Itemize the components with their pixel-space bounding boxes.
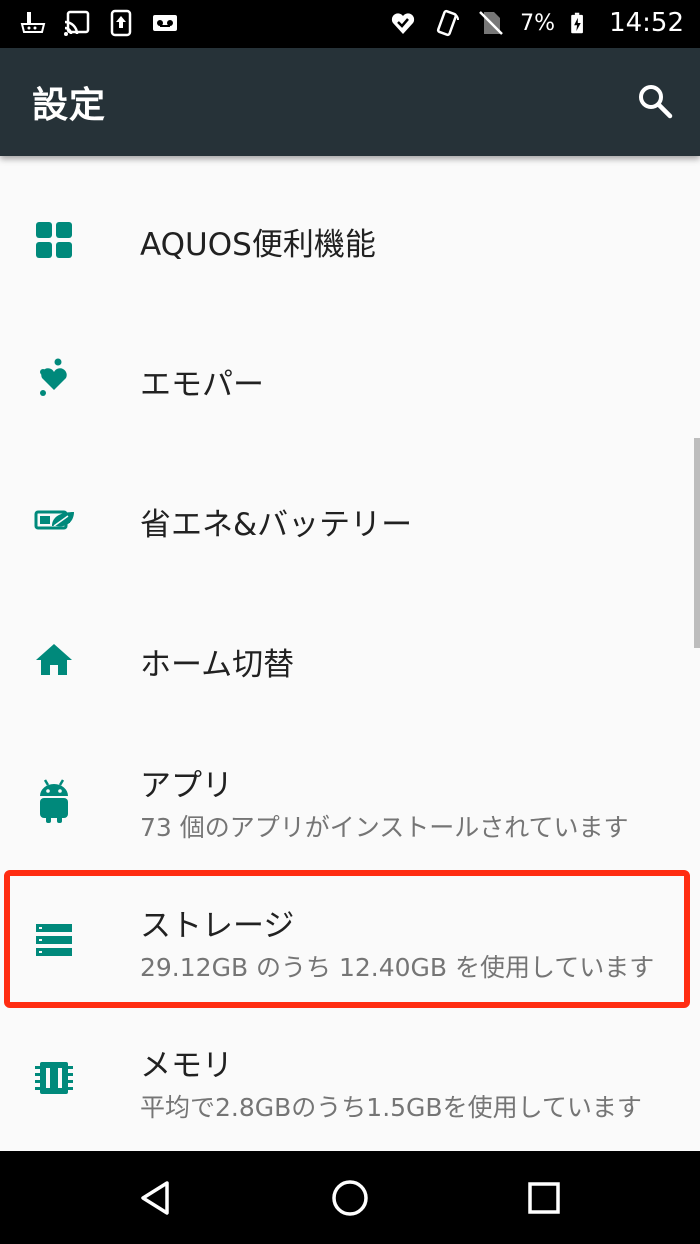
settings-item-apps[interactable]: アプリ 73 個のアプリがインストールされています — [0, 730, 700, 870]
storage-icon — [36, 924, 72, 956]
settings-item-title: エモパー — [140, 367, 264, 403]
home-icon — [36, 644, 72, 675]
home-button[interactable] — [325, 1173, 375, 1223]
clock: 14:52 — [609, 8, 684, 38]
back-icon — [141, 1181, 169, 1215]
vibrate-icon — [437, 9, 460, 37]
settings-item-storage[interactable]: ストレージ 29.12GB のうち 12.40GB を使用しています — [0, 870, 700, 1010]
android-icon — [40, 779, 68, 823]
emopa-status-icon — [392, 13, 415, 35]
notification-icons — [18, 8, 180, 38]
memory-icon — [35, 1062, 73, 1094]
settings-item-summary: 73 個のアプリがインストールされています — [140, 813, 629, 842]
battery-charging-icon — [571, 12, 583, 34]
cast-icon — [64, 10, 90, 36]
settings-item-title: メモリ — [140, 1048, 233, 1084]
settings-item-title: アプリ — [140, 768, 233, 804]
app-bar: 設定 — [0, 48, 700, 156]
recents-icon — [528, 1182, 560, 1214]
usb-debug-icon — [20, 12, 46, 33]
scrollbar[interactable] — [694, 438, 700, 648]
battery-leaf-icon — [34, 510, 74, 530]
battery-percent: 7% — [520, 10, 556, 36]
search-button[interactable] — [632, 78, 678, 124]
settings-list: AQUOS便利機能 エモパー 省エネ&バッテリー ホーム切替 アプリ 73 個の… — [0, 156, 700, 1151]
settings-item-title: ホーム切替 — [140, 647, 295, 683]
settings-item-home-switch[interactable]: ホーム切替 — [0, 590, 700, 730]
settings-item-title: ストレージ — [140, 908, 295, 944]
settings-item-aquos-features[interactable]: AQUOS便利機能 — [0, 170, 700, 310]
settings-item-summary: 29.12GB のうち 12.40GB を使用しています — [140, 953, 655, 982]
settings-item-summary: 平均で2.8GBのうち1.5GBを使用しています — [140, 1093, 642, 1122]
system-icons: 7% 14:52 — [388, 8, 684, 38]
emopa-icon — [40, 358, 67, 396]
recents-button[interactable] — [519, 1173, 569, 1223]
grid-icon — [36, 222, 72, 258]
voicemail-icon — [153, 15, 177, 31]
no-sim-icon — [479, 11, 504, 35]
status-bar: 7% 14:52 — [0, 0, 700, 48]
settings-item-emopa[interactable]: エモパー — [0, 310, 700, 450]
upload-icon — [110, 9, 132, 37]
search-icon — [639, 85, 673, 119]
page-title: 設定 — [32, 85, 107, 126]
settings-item-title: 省エネ&バッテリー — [140, 507, 413, 543]
settings-item-memory[interactable]: メモリ 平均で2.8GBのうち1.5GBを使用しています — [0, 1010, 700, 1150]
settings-item-title: AQUOS便利機能 — [140, 227, 376, 263]
navigation-bar — [0, 1151, 700, 1244]
back-button[interactable] — [130, 1173, 180, 1223]
home-circle-icon — [332, 1180, 368, 1216]
settings-item-battery[interactable]: 省エネ&バッテリー — [0, 450, 700, 590]
